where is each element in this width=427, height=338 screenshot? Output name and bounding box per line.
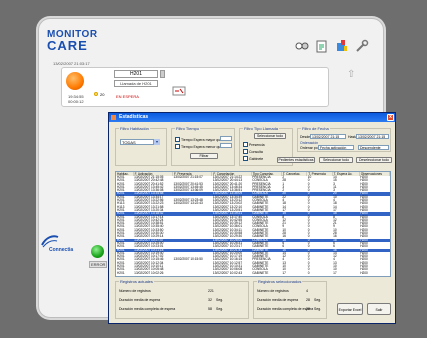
- current-records-group: Registros actuales Número de registros 22…: [115, 279, 249, 319]
- paint-icon[interactable]: [335, 39, 349, 53]
- table-cell: 13/02/2007 10:02:43: [212, 270, 243, 275]
- table-cell: H201: [117, 270, 125, 275]
- stat-value: 28: [306, 307, 310, 311]
- export-excel-button[interactable]: Exportar Excel: [337, 303, 363, 315]
- stat-unit: Seg.: [216, 307, 224, 311]
- stat-label: Duración media completa de espera: [257, 307, 314, 311]
- stat-value: 28: [306, 298, 310, 302]
- records-grid[interactable]: Habitac. F. Activación F. Presencia F. Canc…: [115, 171, 391, 277]
- toggle-icon[interactable]: [295, 39, 309, 53]
- table-cell: 0: [307, 270, 310, 275]
- clipboard-icon[interactable]: [315, 39, 329, 53]
- call-alert-button[interactable]: [66, 72, 84, 90]
- table-cell: [173, 272, 212, 275]
- filter-time-group: Filtro Tiempo Tiempo Espera mayor que Ti…: [171, 126, 235, 166]
- room-scroll[interactable]: [160, 70, 165, 78]
- stat-label: Duración media de espera: [257, 298, 299, 302]
- stat-value: 58: [208, 307, 212, 311]
- room-panel[interactable]: H201 Llamada de H201 19:34:55 00:00:12 2…: [61, 67, 329, 107]
- up-arrow-icon[interactable]: ⇧: [347, 69, 355, 80]
- stat-unit: Seg.: [216, 298, 224, 302]
- order-by-label: Ordenar por: [300, 146, 319, 150]
- filter-date-group: Filtro de Fecha Desde 13/02/2007 21:15 H…: [297, 126, 391, 152]
- table-row[interactable]: H201 13/02/2007 10:02:26 13/02/2007 10:02:…: [116, 270, 390, 275]
- filter-room-group: Filtro Habitación TODAS ▾: [115, 126, 167, 166]
- window-titlebar[interactable]: Estadisticas x: [109, 113, 395, 122]
- stat-label: Número de registros: [119, 289, 151, 293]
- close-button[interactable]: x: [387, 114, 394, 121]
- stat-value: 221: [208, 289, 214, 293]
- sun-icon: [94, 92, 98, 96]
- current-records-legend: Registros actuales: [119, 279, 154, 284]
- presence-checkbox[interactable]: Presencia: [243, 142, 265, 147]
- brand-bottom: CARE: [47, 38, 88, 53]
- filter-date-legend: Filtro de Fecha: [301, 126, 330, 131]
- room-select[interactable]: TODAS: [120, 139, 154, 145]
- stat-label: Duración media completa de espera: [119, 307, 176, 311]
- datetime: 13/02/2007 21:03:17: [53, 61, 90, 66]
- console-checkbox[interactable]: Consulta: [243, 149, 263, 154]
- wait-less-input[interactable]: [220, 143, 232, 148]
- select-all-button[interactable]: Seleccionar todo: [319, 157, 353, 163]
- selected-records-group: Registros seleccionados Número de regist…: [253, 279, 327, 319]
- wait-greater-input[interactable]: [220, 136, 232, 141]
- room-time-block: 19:34:55 00:00:12: [68, 94, 84, 104]
- filter-type-legend: Filtro Tipo Llamada: [243, 126, 280, 131]
- company-name: Connectia: [49, 247, 74, 253]
- table-cell: 17: [282, 270, 286, 275]
- filter-time-legend: Filtro Tiempo: [175, 126, 201, 131]
- select-all-types-button[interactable]: Seleccionar todo: [254, 133, 286, 139]
- window-title: Estadisticas: [119, 114, 149, 120]
- chevron-down-icon[interactable]: ▾: [154, 139, 160, 145]
- records-table: Habitac. F. Activación F. Presencia F. Canc…: [116, 172, 390, 275]
- order-direction-select[interactable]: Descendente: [358, 145, 389, 150]
- connectia-logo: Connectia: [41, 233, 81, 257]
- selected-records-legend: Registros seleccionados: [257, 279, 303, 284]
- stat-label: Número de registros: [257, 289, 289, 293]
- room-status: EN ESPERA: [116, 94, 139, 99]
- room-device-icon[interactable]: [172, 86, 186, 96]
- stat-unit: Seg.: [314, 298, 322, 302]
- status-label: ERROR: [89, 261, 108, 268]
- room-num: 20: [100, 92, 105, 97]
- cabinet-checkbox[interactable]: Gabinete: [243, 156, 263, 161]
- room-call-name: Llamada de H201: [114, 80, 158, 87]
- from-label: Desde: [300, 135, 311, 139]
- filter-room-legend: Filtro Habitación: [119, 126, 150, 131]
- table-cell: H200: [360, 270, 368, 275]
- order-by-select[interactable]: Fecha activación: [318, 145, 354, 150]
- stat-label: Duración media de espera: [119, 298, 161, 302]
- deselect-all-button[interactable]: Deseleccionar todo: [356, 157, 392, 163]
- table-cell: GABINETE: [252, 270, 269, 275]
- room-elapsed: 00:00:12: [68, 99, 84, 104]
- exit-button[interactable]: Salir: [367, 303, 391, 315]
- statistics-window: Estadisticas x Filtro Habitación TODAS ▾…: [108, 112, 396, 324]
- order-legend: Ordenación: [300, 141, 319, 145]
- stat-unit: Seg.: [314, 307, 322, 311]
- room-id: H201: [114, 70, 158, 78]
- from-date-input[interactable]: 13/02/2007 21:15: [310, 134, 346, 139]
- filter-button[interactable]: Filtrar: [190, 153, 218, 159]
- wait-less-checkbox[interactable]: Tiempo Espera menor que: [175, 144, 222, 149]
- monitor-care-logo: MONITOR CARE: [47, 29, 98, 53]
- table-body: H201 13/02/2007 21:15:05 13/02/2007 21:15:…: [116, 175, 390, 275]
- table-cell: 13/02/2007 10:02:26: [134, 270, 164, 275]
- to-date-input[interactable]: 13/02/2007 21:15: [356, 134, 389, 139]
- stats-button[interactable]: Pedientes estadísticas: [277, 157, 315, 163]
- wait-greater-checkbox[interactable]: Tiempo Espera mayor que: [175, 137, 222, 142]
- table-cell: 17: [333, 270, 337, 275]
- stat-value: 4: [306, 289, 308, 293]
- stat-value: 32: [208, 298, 212, 302]
- tools-icon[interactable]: [355, 39, 369, 53]
- status-ok-button[interactable]: [91, 245, 104, 258]
- window-app-icon: [111, 115, 116, 120]
